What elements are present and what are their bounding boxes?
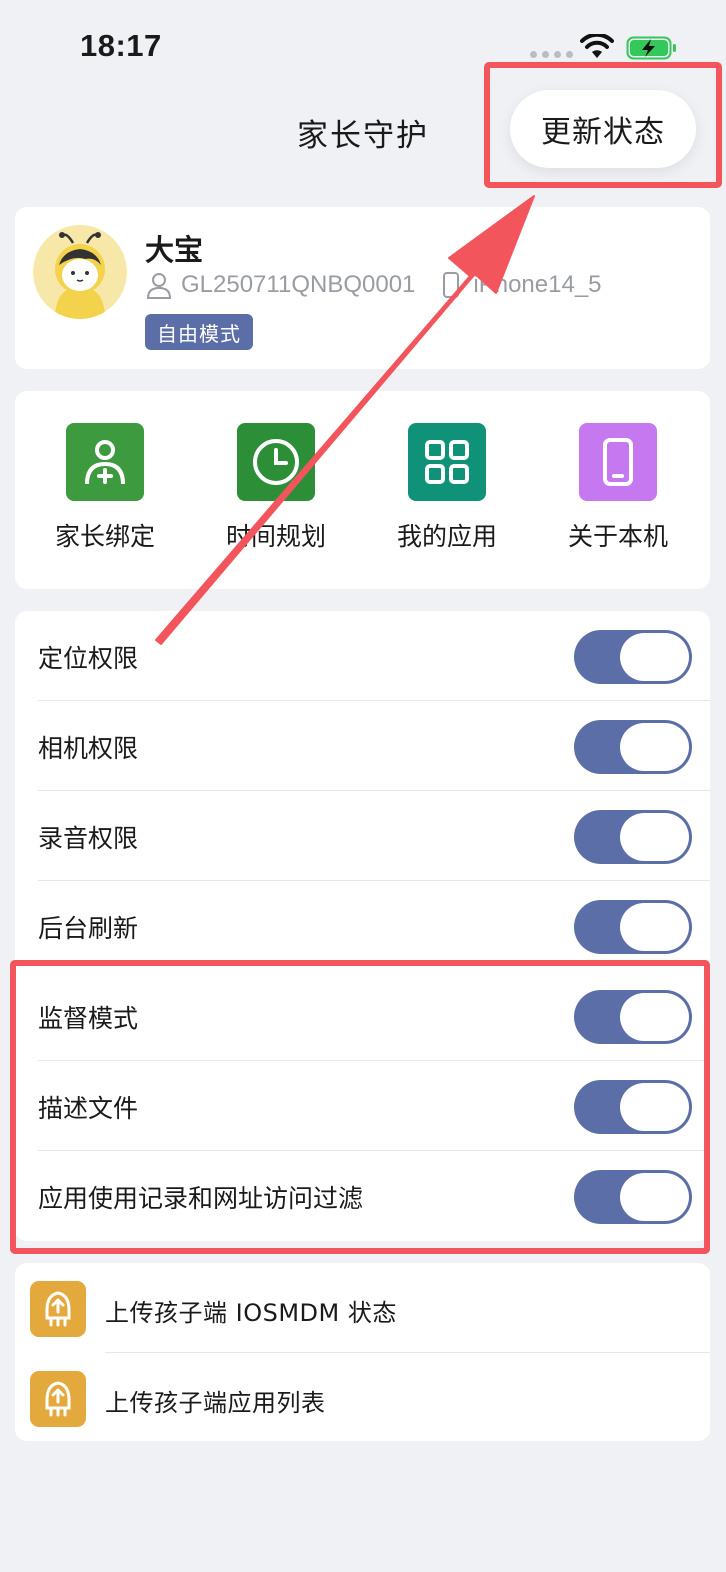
toggle-knob <box>620 633 689 681</box>
phone-icon <box>579 423 657 501</box>
permission-label: 应用使用记录和网址访问过滤 <box>38 1184 364 1213</box>
app-grid-icon <box>408 423 486 501</box>
feature-my-apps[interactable]: 我的应用 <box>362 423 532 553</box>
permission-row-location: 定位权限 <box>15 611 710 701</box>
user-add-icon <box>66 423 144 501</box>
permission-label: 监督模式 <box>38 1004 139 1033</box>
camera-toggle[interactable] <box>574 720 692 774</box>
status-bar: 18:17 <box>0 0 726 96</box>
upload-robot-icon <box>30 1371 86 1427</box>
feature-parent-binding[interactable]: 家长绑定 <box>20 423 190 553</box>
permission-label: 定位权限 <box>38 644 139 673</box>
feature-label: 关于本机 <box>567 522 668 551</box>
permission-label: 描述文件 <box>38 1094 139 1123</box>
usage-filter-toggle[interactable] <box>574 1170 692 1224</box>
profile-card[interactable]: 大宝 GL250711QNBQ0001 iPhone14_5 自由模式 <box>15 207 710 369</box>
background-refresh-toggle[interactable] <box>574 900 692 954</box>
features-card: 家长绑定 时间规划 我的应用 关于本机 <box>15 391 710 589</box>
permission-row-camera: 相机权限 <box>15 701 710 791</box>
feature-time-planning[interactable]: 时间规划 <box>191 423 361 553</box>
permission-label: 相机权限 <box>38 734 139 763</box>
toggle-knob <box>620 1173 689 1221</box>
device-id: GL250711QNBQ0001 <box>181 271 416 298</box>
supervised-mode-toggle[interactable] <box>574 990 692 1044</box>
feature-about-device[interactable]: 关于本机 <box>533 423 703 553</box>
toggle-knob <box>620 993 689 1041</box>
profile-name: 大宝 <box>145 233 204 267</box>
phone-outline-icon <box>443 272 460 298</box>
toggle-knob <box>620 813 689 861</box>
permission-label: 后台刷新 <box>38 914 139 943</box>
upload-app-list-row[interactable]: 上传孩子端应用列表 <box>15 1353 710 1443</box>
toggle-knob <box>620 903 689 951</box>
avatar <box>33 225 127 319</box>
feature-label: 家长绑定 <box>54 522 155 551</box>
upload-label: 上传孩子端应用列表 <box>105 1389 326 1417</box>
permission-label: 录音权限 <box>38 824 139 853</box>
permission-row-usage-filter: 应用使用记录和网址访问过滤 <box>15 1151 710 1241</box>
wifi-icon <box>580 34 614 58</box>
permission-row-background-refresh: 后台刷新 <box>15 881 710 971</box>
feature-label: 我的应用 <box>396 522 497 551</box>
profile-toggle[interactable] <box>574 1080 692 1134</box>
mode-badge: 自由模式 <box>145 314 253 350</box>
cellular-signal-icon <box>530 51 573 58</box>
user-icon <box>146 273 172 299</box>
battery-charging-icon <box>626 36 676 60</box>
update-status-button[interactable]: 更新状态 <box>510 90 696 168</box>
permission-row-microphone: 录音权限 <box>15 791 710 881</box>
microphone-toggle[interactable] <box>574 810 692 864</box>
upload-card: 上传孩子端 IOSMDM 状态 上传孩子端应用列表 <box>15 1263 710 1441</box>
toggle-knob <box>620 723 689 771</box>
permission-row-profile: 描述文件 <box>15 1061 710 1151</box>
upload-mdm-status-row[interactable]: 上传孩子端 IOSMDM 状态 <box>15 1263 710 1353</box>
location-toggle[interactable] <box>574 630 692 684</box>
permissions-card: 定位权限 相机权限 录音权限 后台刷新 监督模式 描述文件 应用使用记录和网址访… <box>15 611 710 1241</box>
device-info-row: GL250711QNBQ0001 iPhone14_5 <box>145 271 602 299</box>
permission-row-supervised-mode: 监督模式 <box>15 971 710 1061</box>
upload-robot-icon <box>30 1281 86 1337</box>
device-model: iPhone14_5 <box>473 271 602 298</box>
feature-label: 时间规划 <box>225 522 326 551</box>
status-time: 18:17 <box>80 28 162 63</box>
upload-label: 上传孩子端 IOSMDM 状态 <box>105 1299 397 1327</box>
toggle-knob <box>620 1083 689 1131</box>
clock-icon <box>237 423 315 501</box>
